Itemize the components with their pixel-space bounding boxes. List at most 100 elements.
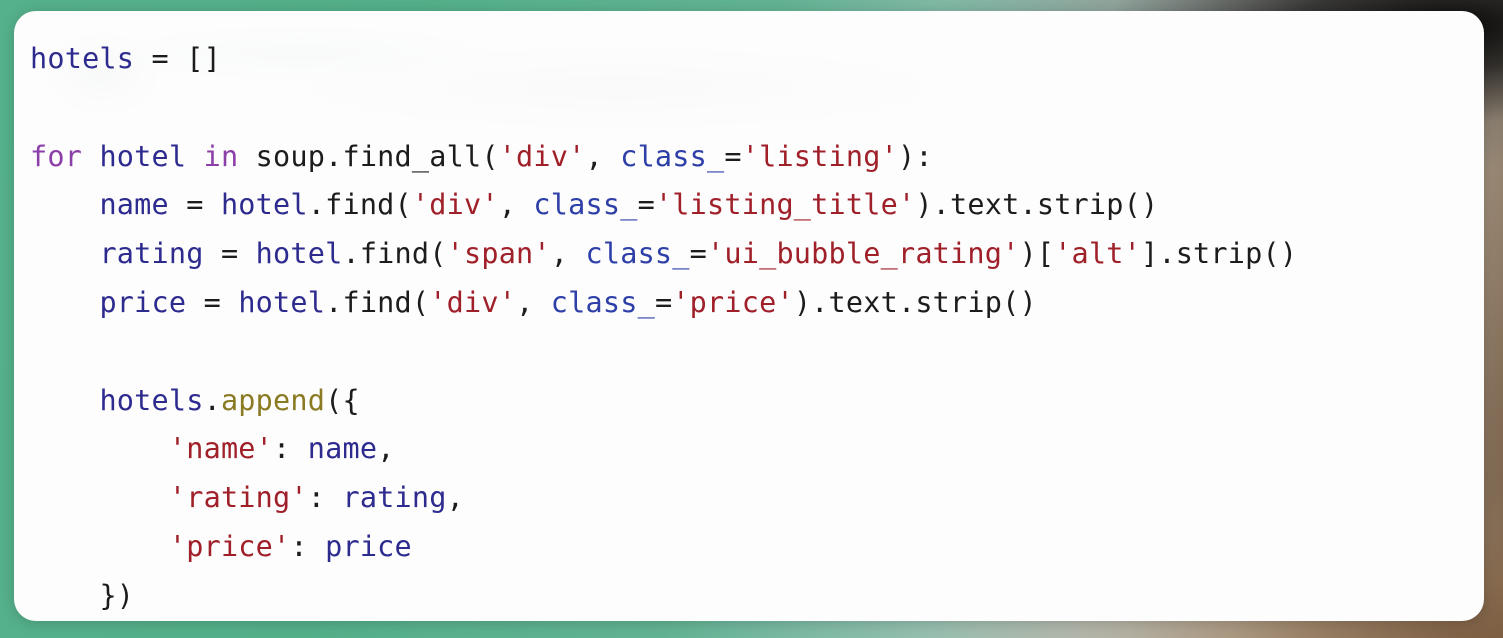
code-token-name: hotel (220, 188, 308, 222)
code-token-str: 'span' (446, 237, 551, 271)
code-token-pun (204, 237, 221, 270)
code-token-pun: , (550, 237, 586, 271)
code-token-pun: . (203, 383, 221, 417)
code-line: 'price': price (30, 523, 1484, 572)
code-token-pun: ).text.strip() (793, 285, 1037, 319)
code-token-pun: : (290, 529, 326, 563)
code-token-pun: ): (897, 139, 933, 173)
code-token-pun (221, 286, 238, 319)
code-token-pun (238, 237, 255, 270)
code-line: for hotel in soup.find_all('div', class_… (30, 133, 1484, 182)
code-token-op: = (203, 285, 221, 319)
code-token-str: 'name' (168, 432, 274, 466)
code-token-pun (186, 286, 203, 319)
code-token-op: = (151, 42, 169, 75)
code-line: ​ (30, 84, 1484, 133)
code-token-str: 'div' (429, 285, 517, 319)
code-token-str: 'listing_title' (654, 188, 916, 222)
code-token-pun: . (325, 285, 343, 319)
code-token-pun (30, 286, 99, 319)
code-token-op: = (724, 139, 742, 173)
code-token-pun (30, 481, 169, 514)
code-token-pun: [] (186, 42, 221, 75)
code-line: 'name': name, (30, 425, 1484, 474)
code-token-pun: ( (394, 188, 412, 222)
code-line: rating = hotel.find('span', class_='ui_b… (30, 230, 1484, 279)
code-token-pun: , (446, 481, 464, 515)
code-token-str: 'div' (498, 139, 586, 173)
code-token-name: price (99, 285, 187, 319)
code-token-op: = (186, 188, 204, 222)
code-token-arg: class_ (533, 188, 638, 222)
code-token-pun (204, 188, 221, 221)
code-token-pun: . (325, 139, 343, 173)
code-token-pun: find (325, 188, 395, 222)
code-token-pun: ( (481, 139, 499, 173)
code-token-pun: . (342, 237, 360, 271)
code-token-str: 'price' (168, 529, 291, 563)
code-token-pun: ({ (325, 383, 360, 417)
code-token-pun: ( (429, 237, 447, 271)
code-token-pun: ).text.strip() (915, 188, 1159, 222)
code-token-pun (30, 432, 169, 465)
code-token-pun: , (498, 188, 534, 222)
code-token-str: 'div' (411, 188, 499, 222)
code-token-str: 'rating' (168, 481, 308, 515)
code-token-str: 'ui_bubble_rating' (707, 237, 1020, 271)
code-token-pun: )[ (1019, 237, 1055, 271)
code-token-pun (30, 579, 99, 612)
code-token-fn: append (220, 383, 326, 417)
code-token-arg: class_ (585, 237, 690, 271)
code-line: 'rating': rating, (30, 474, 1484, 523)
code-token-pun (30, 530, 169, 563)
code-block[interactable]: hotels = []​for hotel in soup.find_all('… (14, 11, 1484, 621)
code-token-pun: , (516, 285, 551, 319)
code-token-name: hotels (30, 42, 135, 75)
code-line: name = hotel.find('div', class_='listing… (30, 181, 1484, 230)
code-token-name: rating (99, 237, 204, 271)
code-token-pun: find (342, 285, 412, 319)
code-token-pun (82, 140, 99, 173)
code-token-name: name (307, 432, 378, 466)
code-token-pun (169, 42, 186, 75)
code-token-str: 'alt' (1054, 237, 1141, 271)
code-line: hotels.append({ (30, 377, 1484, 426)
code-token-pun: , (585, 139, 621, 173)
code-token-pun: find_all (342, 139, 482, 173)
code-token-pun: soup (255, 139, 326, 173)
code-token-pun: ( (411, 285, 430, 319)
code-token-pun: ].strip() (1140, 237, 1298, 271)
code-token-pun (30, 188, 99, 221)
code-card: hotels = []​for hotel in soup.find_all('… (14, 11, 1484, 621)
code-token-op: = (654, 285, 673, 319)
code-token-kw: for (30, 139, 83, 173)
code-token-pun: : (307, 481, 343, 515)
code-token-arg: class_ (550, 285, 655, 319)
code-line: price = hotel.find('div', class_='price'… (30, 279, 1484, 328)
code-token-pun (30, 237, 99, 270)
code-token-name: name (99, 188, 169, 222)
code-token-op: = (637, 188, 655, 222)
code-token-pun (238, 140, 255, 173)
code-line: }) (30, 572, 1484, 621)
code-token-pun: , (377, 432, 395, 466)
code-line: ​ (30, 328, 1484, 377)
code-token-name: price (325, 529, 412, 563)
code-token-op: = (220, 237, 239, 271)
code-token-kw: in (203, 139, 239, 173)
code-line: hotels = [] (30, 35, 1484, 84)
code-token-pun: : (273, 432, 308, 466)
code-token-name: hotels (99, 383, 204, 417)
code-token-pun (169, 188, 186, 221)
code-token-name: hotel (238, 285, 326, 319)
code-token-pun: . (307, 188, 326, 222)
code-token-name: hotel (99, 139, 187, 173)
code-token-pun: find (359, 237, 430, 271)
code-token-pun (186, 140, 203, 173)
code-token-pun (134, 42, 151, 75)
code-token-pun: }) (99, 578, 135, 612)
code-token-str: 'listing' (741, 139, 898, 173)
code-token-op: = (689, 237, 708, 271)
code-token-name: rating (342, 481, 447, 515)
code-token-arg: class_ (620, 139, 725, 173)
